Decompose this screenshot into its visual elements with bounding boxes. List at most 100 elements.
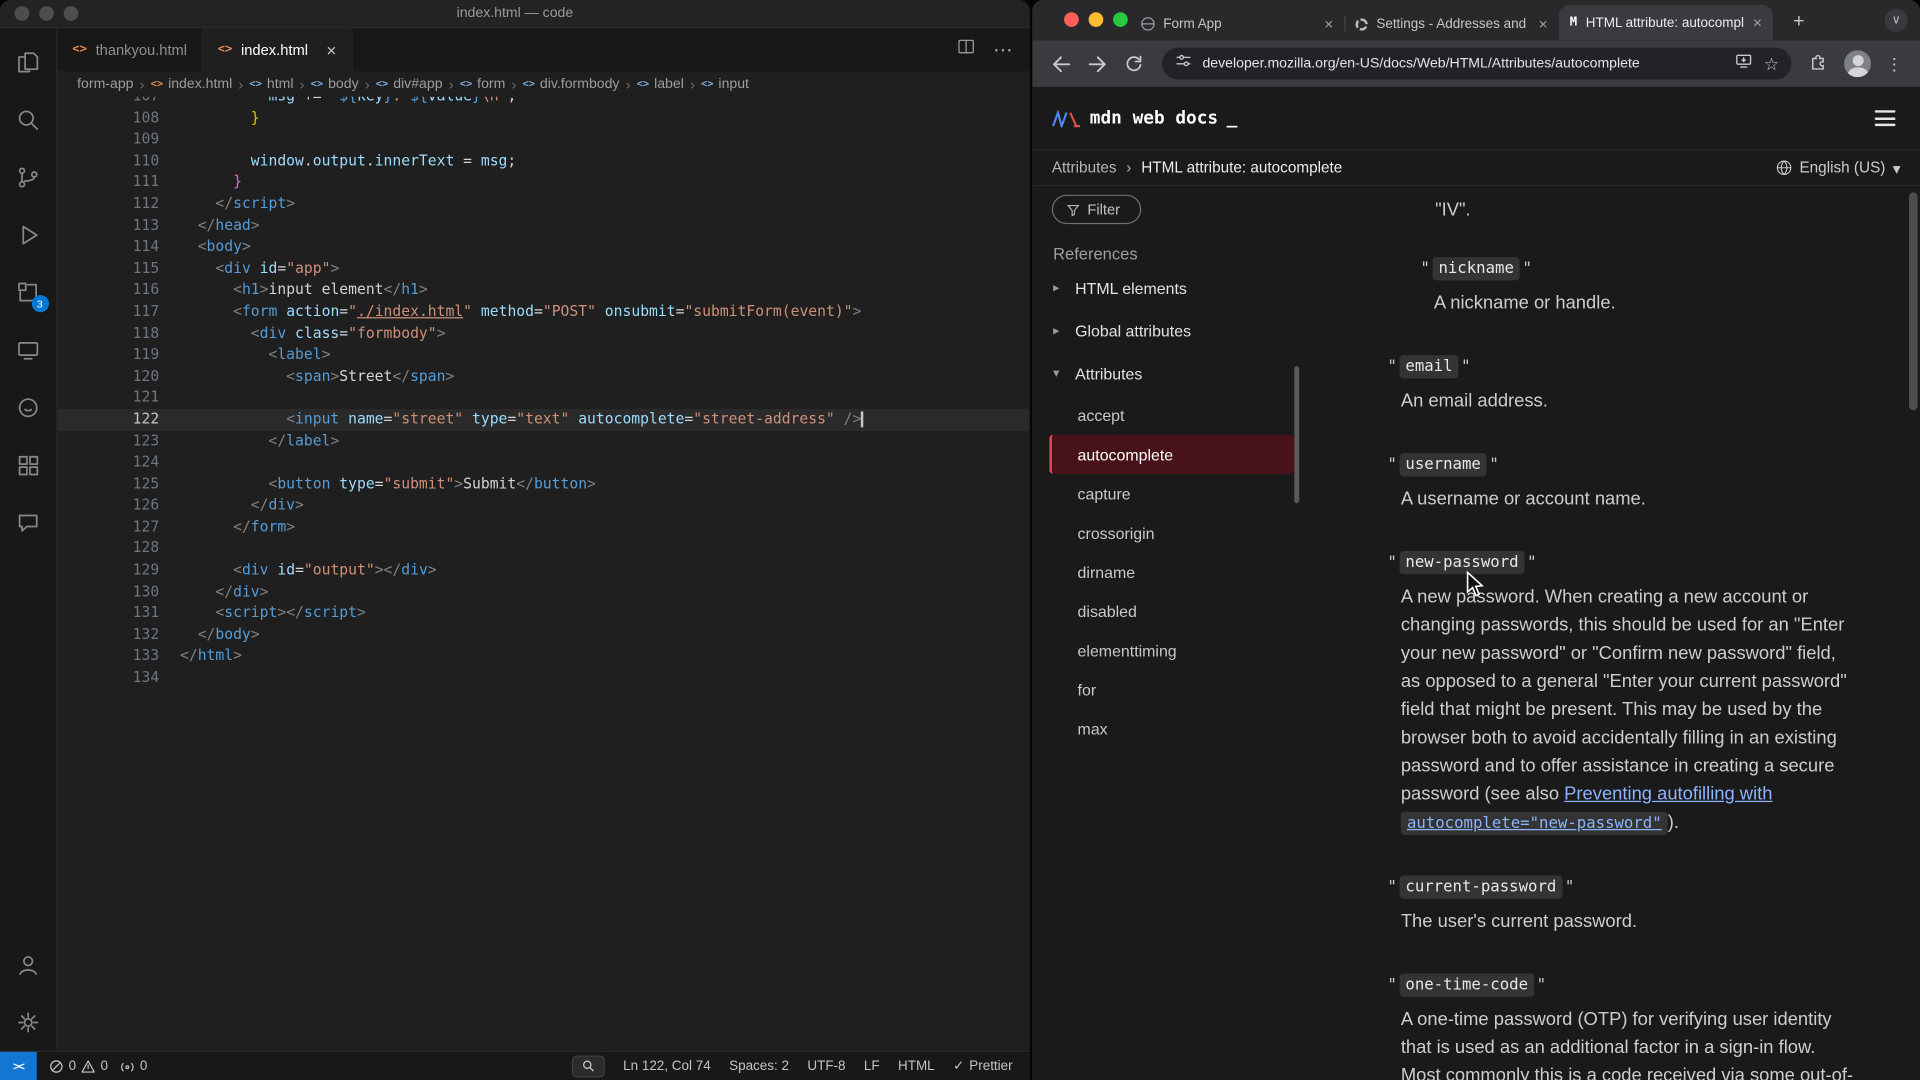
code-line[interactable]: 117 <form action="./index.html" method="…	[58, 301, 1030, 323]
code-line[interactable]: 132 </body>	[58, 624, 1030, 646]
close-tab-icon[interactable]: ×	[1324, 15, 1333, 33]
search-icon[interactable]	[0, 91, 57, 149]
sidebar-group-attributes[interactable]: ▾ Attributes	[1049, 353, 1304, 396]
back-button[interactable]	[1044, 48, 1076, 80]
close-window-button[interactable]	[14, 6, 30, 21]
code-line[interactable]: 127 </form>	[58, 517, 1030, 539]
eol-setting[interactable]: LF	[864, 1059, 880, 1074]
sidebar-group-html-elements[interactable]: ▸ HTML elements	[1049, 267, 1304, 310]
code-line[interactable]: 121	[58, 387, 1030, 409]
sidebar-item-for[interactable]: for	[1049, 670, 1294, 709]
code-line[interactable]: 129 <div id="output"></div>	[58, 560, 1030, 582]
ports-indicator[interactable]: 0	[120, 1059, 147, 1073]
remote-explorer-icon[interactable]	[0, 321, 57, 379]
breadcrumb-item[interactable]: <> div#app	[376, 77, 443, 92]
code-line[interactable]: 133 </html>	[58, 646, 1030, 668]
source-control-icon[interactable]	[0, 148, 57, 206]
url-bar[interactable]: developer.mozilla.org/en-US/docs/Web/HTM…	[1162, 47, 1792, 80]
sidebar-item-accept[interactable]: accept	[1049, 396, 1294, 435]
code-line[interactable]: 116 <h1>input element</h1>	[58, 280, 1030, 302]
editor-tab[interactable]: <> thankyou.html	[57, 28, 203, 72]
code-line[interactable]: 108 }	[58, 107, 1030, 129]
site-settings-icon[interactable]	[1174, 51, 1192, 75]
code-line[interactable]: 123 </label>	[58, 430, 1030, 452]
breadcrumb-item[interactable]: <> label	[637, 77, 684, 92]
filter-input[interactable]	[1087, 200, 1127, 218]
sidebar-filter[interactable]	[1051, 194, 1142, 225]
sidebar-item-capture[interactable]: capture	[1049, 474, 1294, 513]
mdn-logo[interactable]: mdn web docs _	[1052, 108, 1237, 128]
code-line[interactable]: 130 </div>	[58, 581, 1030, 603]
url-input[interactable]: developer.mozilla.org/en-US/docs/Web/HTM…	[1202, 56, 1724, 71]
remote-indicator[interactable]: ><	[0, 1051, 37, 1080]
comments-icon[interactable]	[0, 493, 57, 551]
code-editor[interactable]: 107 msg += `${key}: ${value}\n`;108 }109…	[57, 96, 1030, 1051]
sidebar-item-elementtiming[interactable]: elementtiming	[1049, 631, 1294, 670]
code-line[interactable]: 110 window.output.innerText = msg;	[58, 150, 1030, 172]
browser-window-controls[interactable]	[1064, 12, 1128, 27]
account-icon[interactable]	[0, 936, 57, 994]
minimize-window-button[interactable]	[1088, 12, 1104, 27]
browser-menu-icon[interactable]: ⋮	[1886, 53, 1903, 74]
sidebar-item-dirname[interactable]: dirname	[1049, 552, 1294, 591]
sidebar-group-global-attributes[interactable]: ▸ Global attributes	[1049, 310, 1304, 353]
code-line[interactable]: 114 <body>	[58, 237, 1030, 259]
profile-avatar[interactable]	[1844, 50, 1872, 78]
problems-indicator[interactable]: 0 0	[49, 1059, 108, 1073]
browser-tab[interactable]: Settings - Addresses and m ×	[1344, 7, 1559, 40]
extensions-puzzle-icon[interactable]	[1809, 50, 1830, 77]
sidebar-item-crossorigin[interactable]: crossorigin	[1049, 513, 1294, 552]
vscode-window-controls[interactable]	[14, 6, 79, 21]
breadcrumb-item[interactable]: <> index.html	[151, 77, 233, 92]
sidebar-scrollbar[interactable]	[1294, 366, 1300, 504]
code-line[interactable]: 112 </script>	[58, 193, 1030, 215]
code-line[interactable]: 107 msg += `${key}: ${value}\n`;	[58, 97, 1030, 108]
page-scrollbar[interactable]	[1908, 192, 1918, 411]
code-line[interactable]: 124	[58, 452, 1030, 474]
breadcrumb-parent[interactable]: Attributes	[1052, 159, 1117, 176]
sidebar-item-max[interactable]: max	[1049, 709, 1294, 748]
code-line[interactable]: 109	[58, 129, 1030, 151]
code-line[interactable]: 118 <div class="formbody">	[58, 323, 1030, 345]
code-line[interactable]: 128	[58, 538, 1030, 560]
breadcrumb-item[interactable]: <> body	[311, 77, 359, 92]
formatter-indicator[interactable]: ✓ Prettier	[953, 1058, 1013, 1074]
language-picker[interactable]: English (US) ▾	[1775, 159, 1900, 177]
code-line[interactable]: 115 <div id="app">	[58, 258, 1030, 280]
cursor-position[interactable]: Ln 122, Col 74	[623, 1059, 711, 1074]
new-tab-button[interactable]: +	[1785, 9, 1812, 36]
close-tab-icon[interactable]: ×	[1538, 15, 1547, 33]
tab-search-icon[interactable]: ∨	[1884, 8, 1908, 32]
extensions-icon[interactable]: 3	[0, 263, 57, 321]
explorer-icon[interactable]	[0, 33, 57, 91]
editor-tab[interactable]: <> index.html ×	[202, 28, 353, 72]
copilot-icon[interactable]	[0, 378, 57, 436]
menu-hamburger-icon[interactable]	[1870, 105, 1901, 131]
sidebar-item-autocomplete[interactable]: autocomplete	[1049, 434, 1295, 474]
breadcrumb-item[interactable]: <> div.formbody	[522, 77, 619, 92]
install-app-icon[interactable]	[1734, 51, 1754, 77]
search-button[interactable]	[571, 1054, 605, 1077]
code-line[interactable]: 111 }	[58, 172, 1030, 194]
new-password-link[interactable]: Preventing autofilling with autocomplete…	[1400, 784, 1772, 836]
browser-tab[interactable]: Form App ×	[1130, 7, 1344, 40]
sidebar-item-disabled[interactable]: disabled	[1049, 591, 1294, 630]
reload-button[interactable]	[1118, 48, 1150, 80]
code-line[interactable]: 120 <span>Street</span>	[58, 366, 1030, 388]
close-window-button[interactable]	[1064, 12, 1079, 27]
code-line[interactable]: 119 <label>	[58, 344, 1030, 366]
grid-extension-icon[interactable]	[0, 436, 57, 494]
code-line[interactable]: 122 <input name="street" type="text" aut…	[57, 408, 1030, 431]
code-line[interactable]: 131 <script></script>	[58, 603, 1030, 625]
run-debug-icon[interactable]	[0, 206, 57, 264]
minimize-window-button[interactable]	[39, 6, 54, 21]
breadcrumb-item[interactable]: <> html	[249, 77, 293, 92]
breadcrumb-item[interactable]: form-app	[77, 77, 133, 92]
language-mode[interactable]: HTML	[898, 1059, 935, 1074]
breadcrumb-item[interactable]: <> form	[460, 77, 506, 92]
code-line[interactable]: 134	[58, 667, 1030, 689]
indentation-setting[interactable]: Spaces: 2	[729, 1059, 789, 1074]
breadcrumb-item[interactable]: <> input	[701, 77, 749, 92]
zoom-window-button[interactable]	[63, 6, 79, 21]
code-line[interactable]: 113 </head>	[58, 215, 1030, 237]
